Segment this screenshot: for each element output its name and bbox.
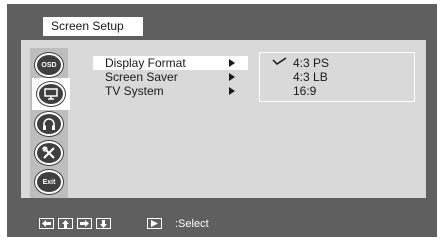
- display-format-options: 4:3 PS 4:3 LB 16:9: [259, 52, 415, 102]
- chevron-right-icon: [229, 59, 235, 67]
- play-select-icon: [147, 218, 162, 229]
- monitor-icon[interactable]: [37, 82, 65, 106]
- menu-item-label: Screen Saver: [105, 70, 178, 84]
- arrow-left-icon: [39, 218, 54, 229]
- menu-item-screen-saver[interactable]: Screen Saver: [93, 70, 248, 84]
- menu-item-label: TV System: [105, 84, 164, 98]
- menu-item-label: Display Format: [105, 56, 186, 70]
- headphones-icon[interactable]: [35, 112, 63, 136]
- option-16-9[interactable]: 16:9: [293, 85, 316, 98]
- page-title: Screen Setup: [43, 17, 143, 36]
- arrow-right-icon: [77, 218, 92, 229]
- exit-icon[interactable]: Exit: [35, 170, 63, 194]
- headphones-glyph: [43, 117, 55, 130]
- exit-icon-label: Exit: [42, 178, 56, 186]
- arrow-down-icon: [96, 218, 111, 229]
- arrow-up-icon: [58, 218, 73, 229]
- select-hint: :Select: [175, 218, 209, 230]
- option-4-3-ps[interactable]: 4:3 PS: [293, 57, 329, 70]
- monitor-glyph: [44, 88, 58, 100]
- osd-icon[interactable]: OSD: [35, 53, 63, 77]
- tools-glyph: [42, 146, 55, 159]
- menu-item-display-format[interactable]: Display Format: [93, 56, 248, 70]
- menu-item-tv-system[interactable]: TV System: [93, 84, 248, 98]
- check-icon: [272, 57, 287, 65]
- chevron-right-icon: [229, 73, 235, 81]
- option-4-3-lb[interactable]: 4:3 LB: [293, 71, 328, 84]
- tools-icon[interactable]: [35, 141, 63, 165]
- osd-icon-label: OSD: [41, 61, 57, 69]
- chevron-right-icon: [229, 87, 235, 95]
- screen-setup-menu: Display Format Screen Saver TV System: [93, 53, 248, 101]
